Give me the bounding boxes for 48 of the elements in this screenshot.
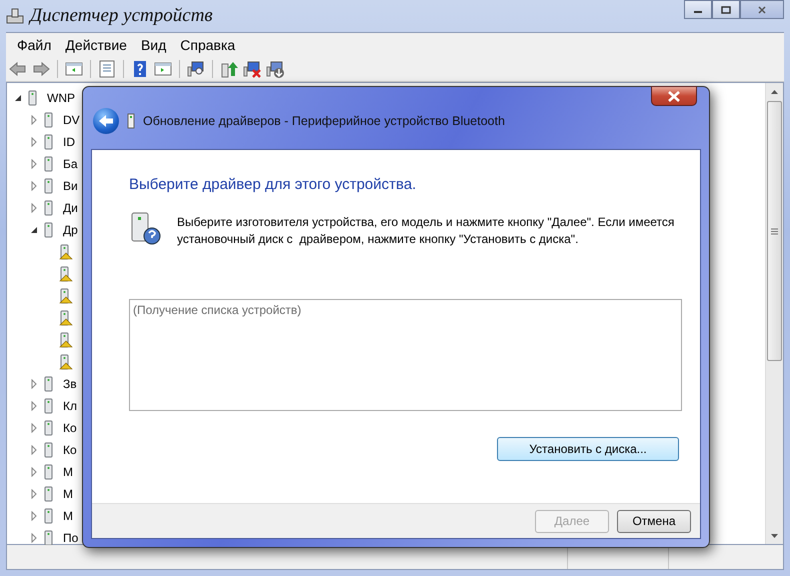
tree-item[interactable]: М <box>63 487 73 501</box>
back-button[interactable] <box>93 108 119 134</box>
device-list[interactable]: (Получение списка устройств) <box>129 299 682 411</box>
tree-item[interactable]: Ко <box>63 421 77 435</box>
device-cross-icon[interactable] <box>242 58 262 78</box>
dialog-heading: Выберите драйвер для этого устройства. <box>129 176 418 193</box>
dialog-title: Обновление драйверов - Периферийное устройство Bluetooth <box>143 114 505 128</box>
menu-item[interactable]: Вид <box>134 36 174 52</box>
app-icon <box>6 8 24 24</box>
device-down-arrow-icon[interactable] <box>265 58 285 78</box>
have-disk-button[interactable]: Установить с диска... <box>497 437 679 461</box>
close-icon <box>757 6 767 14</box>
scrollbar[interactable] <box>765 83 783 544</box>
grip-icon <box>771 228 778 234</box>
tree-item[interactable]: Ви <box>63 179 78 193</box>
properties-icon[interactable] <box>97 58 117 78</box>
tree-item[interactable]: М <box>63 509 73 523</box>
cancel-button[interactable]: Отмена <box>617 510 691 532</box>
maximize-icon <box>721 6 731 14</box>
monitor-search-icon[interactable] <box>186 58 206 78</box>
tree-item[interactable]: DV <box>63 113 80 127</box>
tree-item[interactable]: Ко <box>63 443 77 457</box>
expander-icon[interactable] <box>29 225 39 235</box>
tree-item[interactable]: Кл <box>63 399 77 413</box>
tree-item[interactable]: По <box>63 531 78 545</box>
tree-item[interactable]: Др <box>63 223 78 237</box>
list-status-text: (Получение списка устройств) <box>133 303 302 317</box>
tree-item[interactable]: Ба <box>63 157 78 171</box>
close-icon <box>666 90 682 102</box>
expander-icon[interactable] <box>13 93 23 103</box>
tree-item[interactable]: Зв <box>63 377 77 391</box>
menu-item[interactable]: Действие <box>58 36 134 52</box>
instruction-text: Выберите изготовителя устройства, его модель и нажмите кнопку "Далее". Если имеется установочный диск с драйвером, нажмите кнопку "Установить с диска". <box>177 214 676 248</box>
close-button[interactable] <box>651 86 697 106</box>
tree-item[interactable]: ID <box>63 135 75 149</box>
back-arrow-icon <box>98 114 114 128</box>
menu-item[interactable]: Справка <box>173 36 242 52</box>
menu-item[interactable]: Файл <box>10 36 58 52</box>
window-title: Диспетчер устройств <box>30 5 214 27</box>
tree-item[interactable]: М <box>63 465 73 479</box>
tree-item[interactable]: WNP <box>47 91 75 105</box>
scroll-down-icon <box>771 534 778 538</box>
device-question-icon <box>129 211 163 245</box>
device-icon <box>127 113 135 129</box>
minimize-button[interactable] <box>684 0 712 19</box>
tree-item[interactable]: Ди <box>63 201 78 215</box>
maximize-button[interactable] <box>712 0 740 19</box>
scroll-up-icon <box>771 90 778 94</box>
